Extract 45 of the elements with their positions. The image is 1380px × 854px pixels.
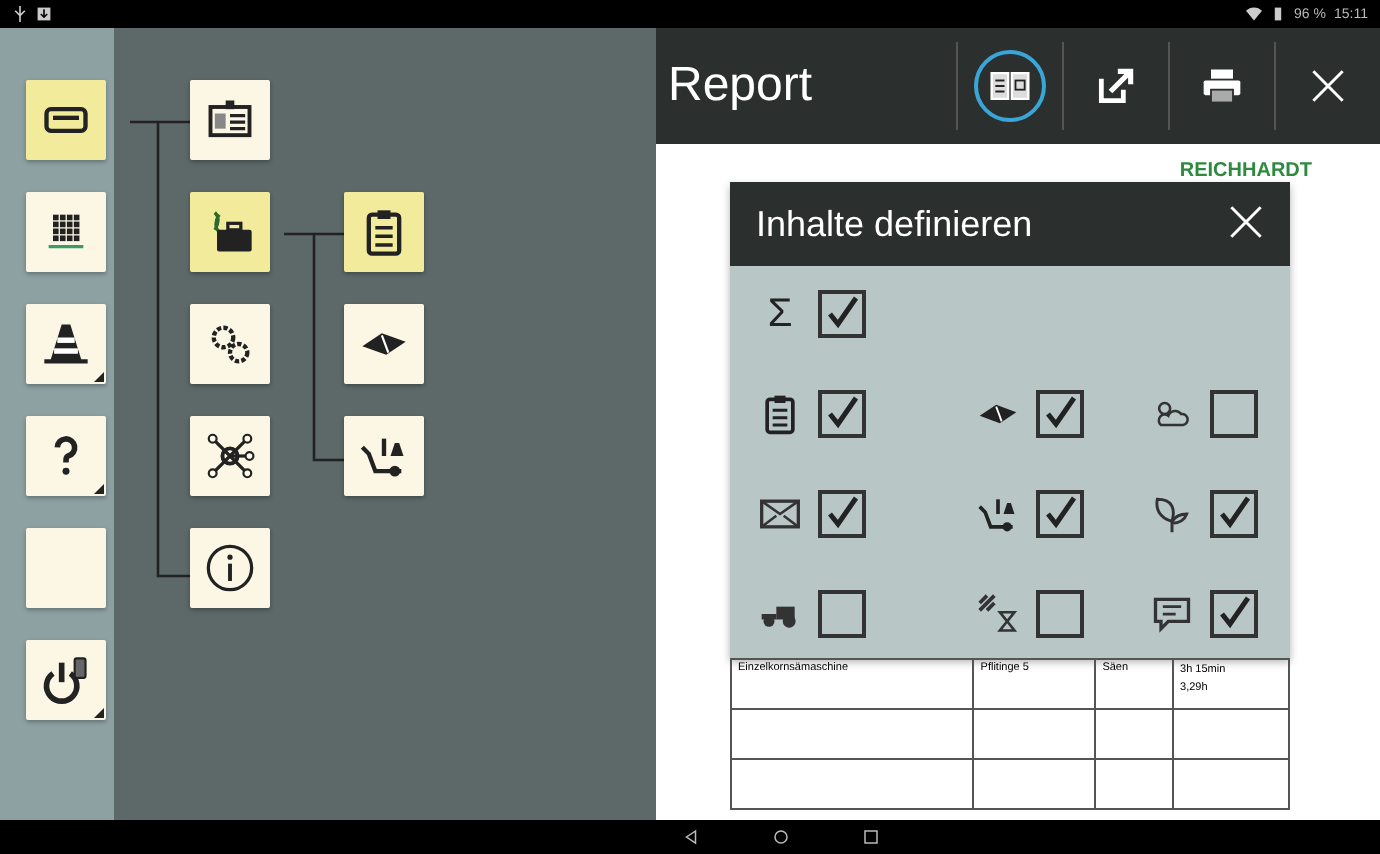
menu-tile[interactable] bbox=[190, 528, 270, 608]
info-icon bbox=[204, 542, 256, 594]
submenu-tile[interactable] bbox=[344, 416, 424, 496]
submenu-tile[interactable] bbox=[344, 192, 424, 272]
checkbox[interactable] bbox=[818, 590, 866, 638]
usb-icon bbox=[12, 6, 28, 22]
close-icon bbox=[1224, 200, 1268, 244]
checkbox[interactable] bbox=[818, 490, 866, 538]
sidebar-button[interactable] bbox=[26, 416, 106, 496]
leaf-icon bbox=[1150, 492, 1194, 536]
checkbox[interactable] bbox=[1035, 390, 1084, 438]
download-icon bbox=[36, 6, 52, 22]
checkbox[interactable] bbox=[1210, 390, 1258, 438]
checkbox[interactable] bbox=[818, 390, 866, 438]
home-icon[interactable] bbox=[771, 828, 789, 846]
sidebar-button[interactable] bbox=[26, 640, 106, 720]
hourglass-icon bbox=[975, 592, 1020, 636]
checkbox[interactable] bbox=[1210, 590, 1258, 638]
sidebar-button[interactable] bbox=[26, 304, 106, 384]
checkbox[interactable] bbox=[818, 290, 866, 338]
checkbox[interactable] bbox=[1035, 490, 1084, 538]
logo-text: REICHHARDT bbox=[1179, 160, 1312, 182]
menu-tile[interactable] bbox=[190, 304, 270, 384]
menu-tile[interactable] bbox=[190, 192, 270, 272]
report-title: Report bbox=[666, 58, 815, 114]
recent-apps-icon[interactable] bbox=[861, 828, 879, 846]
menu-tile[interactable] bbox=[190, 416, 270, 496]
close-icon bbox=[1306, 64, 1350, 108]
battery-icon bbox=[1270, 6, 1287, 22]
menu-tile[interactable] bbox=[190, 80, 270, 160]
toolbar-button[interactable] bbox=[974, 50, 1046, 122]
checkbox[interactable] bbox=[1035, 590, 1084, 638]
network-icon bbox=[204, 430, 256, 482]
external-link-icon bbox=[1094, 64, 1138, 108]
checkbox[interactable] bbox=[1210, 490, 1258, 538]
sidebar-button[interactable] bbox=[26, 192, 106, 272]
dialog-title: Inhalte definieren bbox=[756, 203, 1035, 245]
sum-symbol: Σ bbox=[765, 291, 795, 337]
sidebar-button[interactable] bbox=[26, 80, 106, 160]
comment-icon bbox=[1150, 592, 1194, 636]
printer-icon bbox=[1200, 64, 1244, 108]
wifi-icon bbox=[1246, 6, 1263, 22]
back-icon[interactable] bbox=[681, 828, 699, 846]
power-icon bbox=[40, 654, 92, 706]
submenu-tile[interactable] bbox=[344, 304, 424, 384]
